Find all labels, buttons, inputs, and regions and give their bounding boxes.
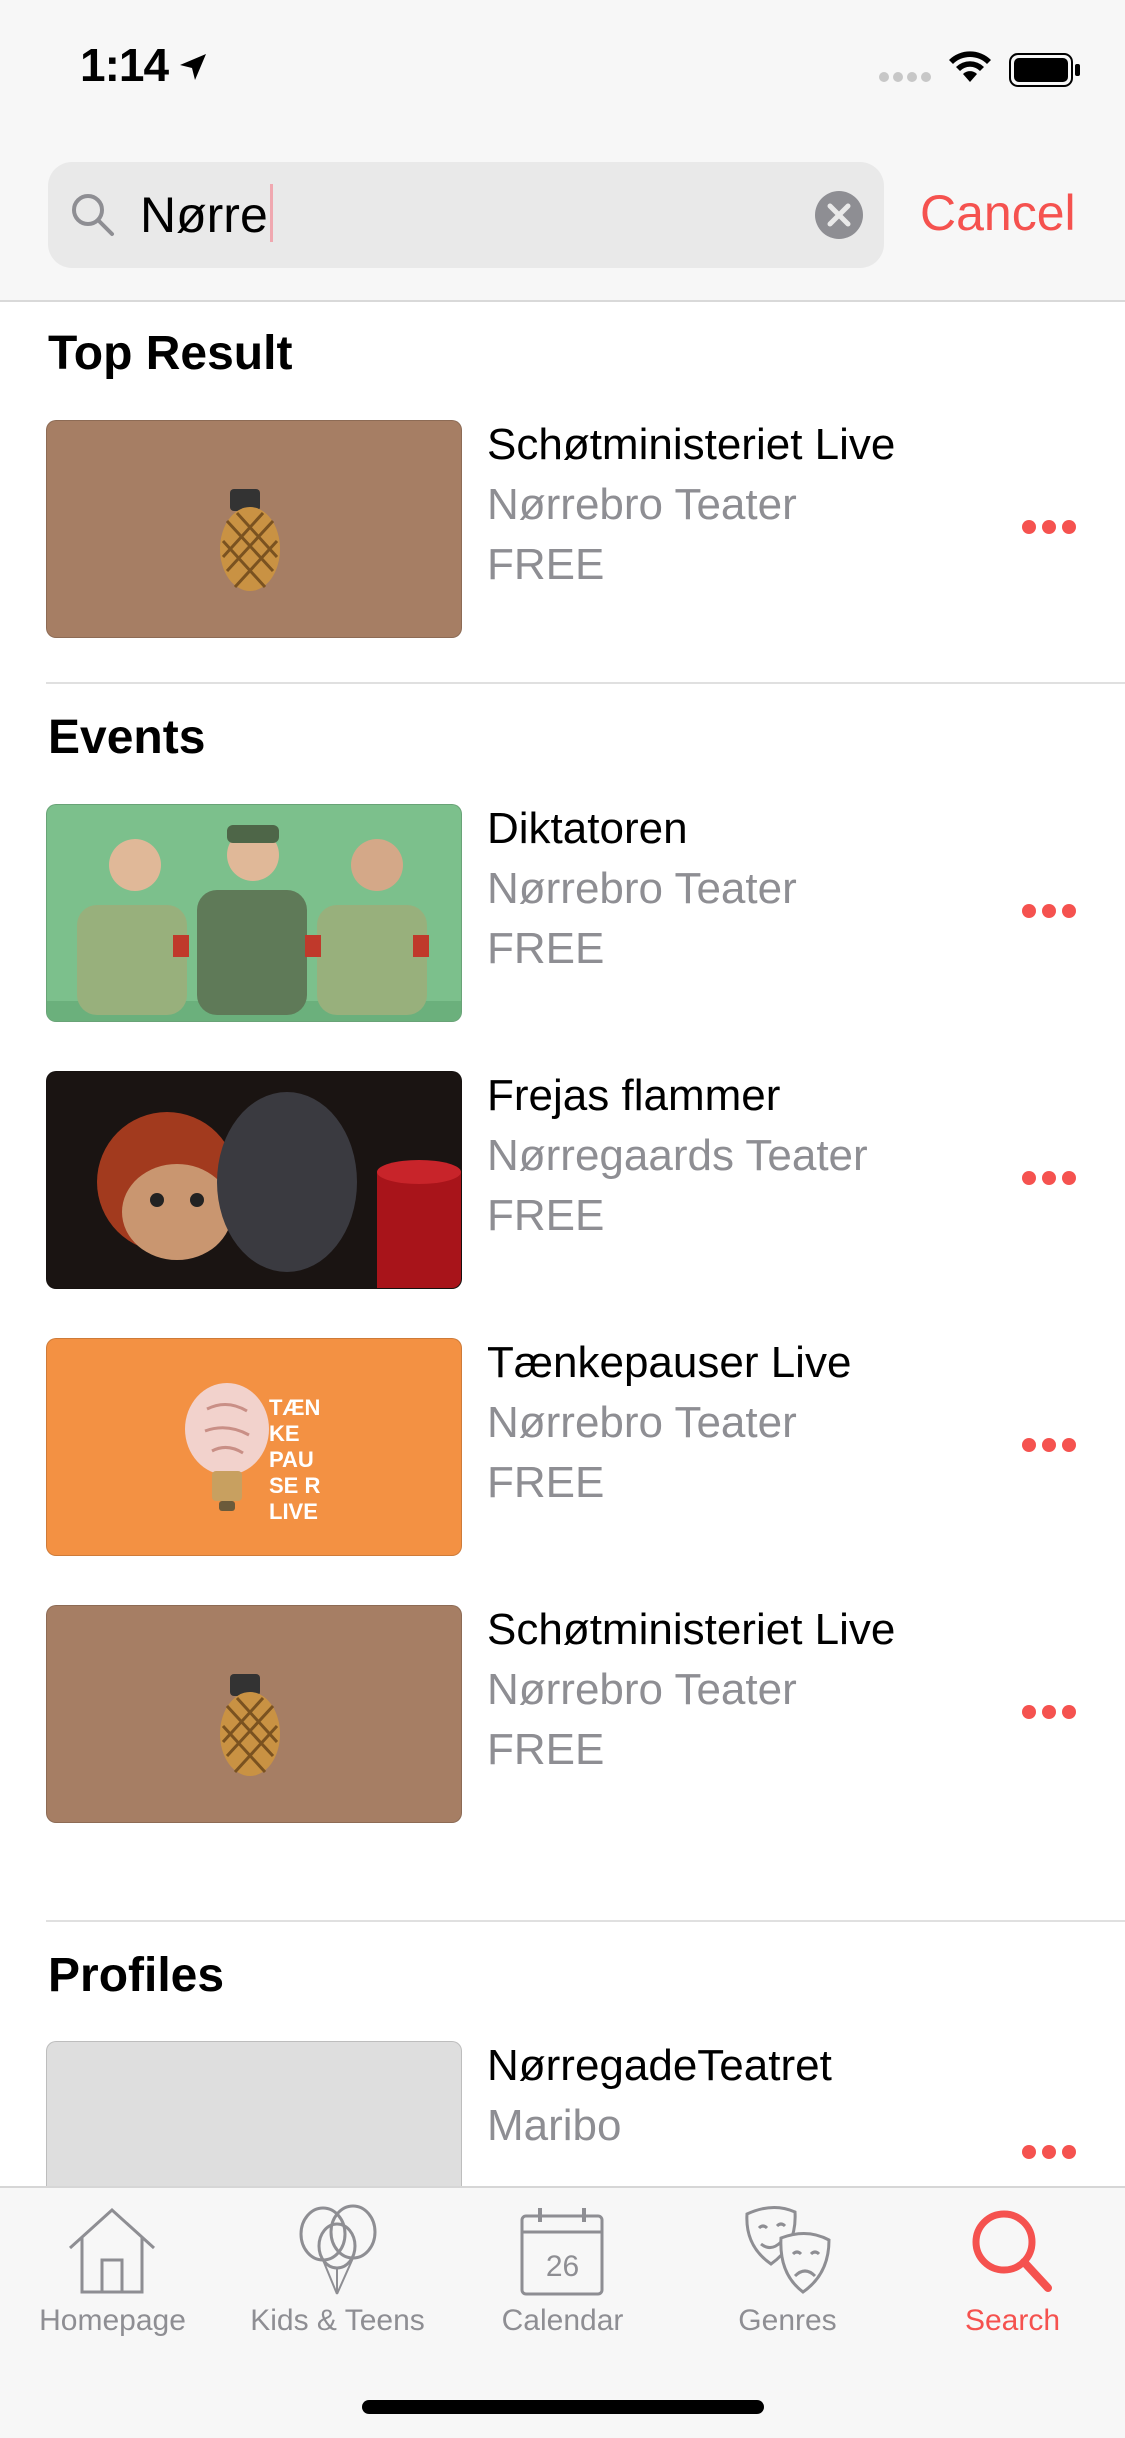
event-row[interactable]: Schøtministeriet Live Nørrebro Teater FR… (0, 1605, 1125, 1825)
more-options-icon[interactable] (1022, 1171, 1082, 1190)
wifi-icon (949, 51, 991, 82)
balloons-icon (299, 2204, 377, 2295)
event-price: FREE (487, 924, 605, 973)
event-title: Frejas flammer (487, 1071, 781, 1120)
battery-icon (1009, 53, 1080, 87)
event-thumbnail (46, 420, 462, 638)
section-divider (46, 1920, 1125, 1922)
house-icon (68, 2207, 156, 2294)
event-price: FREE (487, 1191, 605, 1240)
location-arrow-icon (180, 54, 206, 80)
event-thumbnail (46, 1071, 462, 1289)
cellular-signal-icon (879, 72, 931, 82)
section-title-top-result: Top Result (48, 327, 293, 380)
event-title: Tænkepauser Live (487, 1338, 852, 1387)
tab-label: Search (964, 2304, 1061, 2337)
event-row[interactable]: TÆN KE PAU SE R LIVE Tænkepauser Live Nø… (0, 1338, 1125, 1558)
home-indicator[interactable] (362, 2400, 764, 2414)
event-thumbnail: TÆN KE PAU SE R LIVE (46, 1338, 462, 1556)
profile-title: NørregadeTeatret (487, 2041, 832, 2090)
result-venue: Nørrebro Teater (487, 480, 797, 529)
event-price: FREE (487, 1725, 605, 1774)
calendar-day: 26 (545, 2250, 580, 2283)
status-time: 1:14 (80, 39, 169, 91)
pineapple-grenade-image (220, 489, 280, 591)
more-options-icon[interactable] (1022, 2145, 1082, 2164)
search-icon (972, 2210, 1052, 2292)
magnifier-icon (72, 194, 114, 236)
pineapple-grenade-image (220, 1674, 280, 1776)
theater-masks-icon (745, 2206, 831, 2294)
more-options-icon[interactable] (1022, 904, 1082, 923)
clear-search-icon[interactable] (814, 190, 864, 240)
text-cursor (269, 184, 273, 242)
search-header: Nørre Cancel (0, 140, 1125, 302)
three-soldiers-image (47, 825, 461, 1021)
poster-logo-text: TÆN KE PAU SE R LIVE (269, 1395, 321, 1524)
result-title: Schøtministeriet Live (487, 420, 896, 469)
search-query: Nørre (140, 184, 273, 244)
event-thumbnail (46, 1605, 462, 1823)
top-result-row[interactable]: Schøtministeriet Live Nørrebro Teater FR… (0, 420, 1125, 640)
status-bar: 1:14 (0, 0, 1125, 140)
section-divider (46, 682, 1125, 684)
section-title-profiles: Profiles (48, 1949, 225, 2002)
profile-location: Maribo (487, 2101, 622, 2150)
puppet-image (97, 1092, 461, 1288)
more-options-icon[interactable] (1022, 1705, 1082, 1724)
section-title-events: Events (48, 711, 206, 764)
tab-label: Homepage (39, 2304, 186, 2337)
tab-label: Genres (738, 2304, 837, 2337)
cancel-button[interactable]: Cancel (920, 184, 1076, 242)
event-venue: Nørrebro Teater (487, 864, 797, 913)
event-row[interactable]: Frejas flammer Nørregaards Teater FREE (0, 1071, 1125, 1291)
tab-label: Kids & Teens (250, 2304, 425, 2337)
more-options-icon[interactable] (1022, 1438, 1082, 1457)
event-title: Schøtministeriet Live (487, 1605, 896, 1654)
event-row[interactable]: Diktatoren Nørrebro Teater FREE (0, 804, 1125, 1024)
result-price: FREE (487, 540, 605, 589)
event-title: Diktatoren (487, 804, 688, 853)
more-options-icon[interactable] (1022, 520, 1082, 539)
event-price: FREE (487, 1458, 605, 1507)
event-venue: Nørregaards Teater (487, 1131, 868, 1180)
brain-bulb-image (185, 1383, 269, 1511)
event-thumbnail (46, 804, 462, 1022)
event-venue: Nørrebro Teater (487, 1665, 797, 1714)
event-venue: Nørrebro Teater (487, 1398, 797, 1447)
search-input[interactable]: Nørre (48, 162, 884, 268)
tab-label: Calendar (501, 2304, 624, 2337)
